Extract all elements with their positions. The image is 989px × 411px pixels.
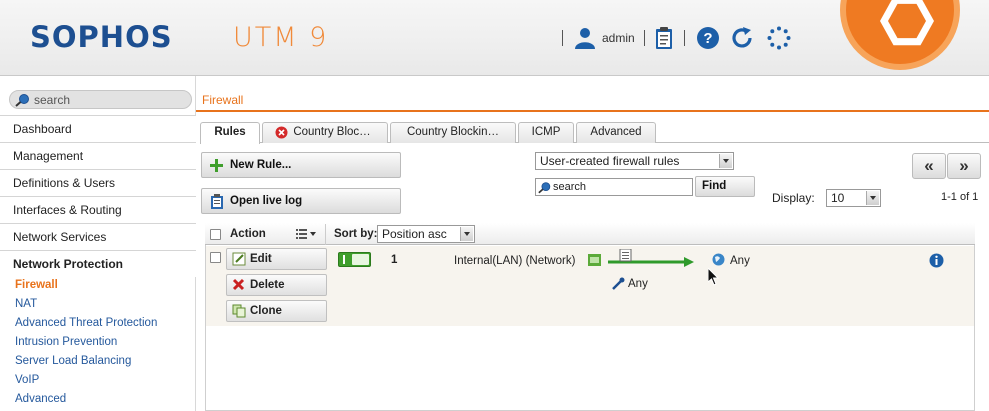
rule-search-input[interactable]: search xyxy=(535,178,693,196)
find-button[interactable]: Find xyxy=(695,176,755,197)
header-divider xyxy=(325,224,326,245)
tab-country-blocking-label: Country Bloc… xyxy=(293,126,371,138)
error-icon xyxy=(275,126,288,139)
sidebar-search-input[interactable]: search xyxy=(9,90,192,109)
rule-source[interactable]: Internal(LAN) (Network) xyxy=(454,255,575,267)
globe-icon xyxy=(712,253,725,266)
action-column-header: Action xyxy=(230,228,266,240)
sidebar-subitem-voip[interactable]: VoIP xyxy=(15,374,39,386)
display-label: Display: xyxy=(772,191,815,205)
clipboard-icon[interactable] xyxy=(652,26,676,50)
top-header: SOPHOS UTM 9 admin ? xyxy=(0,0,989,76)
select-all-checkbox[interactable] xyxy=(210,229,221,240)
sort-select[interactable]: Position asc xyxy=(377,225,475,243)
rules-table-header xyxy=(205,223,975,245)
page-info: 1-1 of 1 xyxy=(941,191,979,203)
refresh-icon[interactable] xyxy=(730,26,754,50)
tab-country-blocking-exceptions[interactable]: Country Blockin… xyxy=(390,122,516,143)
open-live-log-button[interactable]: Open live log xyxy=(201,188,401,214)
previous-page-button[interactable]: « xyxy=(912,153,946,179)
admin-user-link[interactable]: admin xyxy=(602,31,635,45)
bulk-action-menu-icon[interactable] xyxy=(296,229,318,239)
user-icon[interactable] xyxy=(573,26,597,50)
mouse-cursor-icon xyxy=(708,268,720,286)
search-icon xyxy=(15,94,29,107)
display-count-select[interactable]: 10 xyxy=(826,189,881,207)
new-rule-button[interactable]: New Rule... xyxy=(201,152,401,178)
plus-icon xyxy=(210,159,223,172)
chevron-down-icon xyxy=(460,227,473,241)
breadcrumb: Firewall xyxy=(202,93,244,107)
sidebar-item-dashboard[interactable]: Dashboard xyxy=(0,115,196,142)
header-separator xyxy=(644,30,645,46)
edit-button[interactable]: Edit xyxy=(226,248,327,270)
info-icon[interactable] xyxy=(929,253,944,268)
sidebar-item-management[interactable]: Management xyxy=(0,142,196,169)
sophos-logo: SOPHOS xyxy=(30,20,173,54)
row-checkbox[interactable] xyxy=(210,252,221,263)
sort-by-label: Sort by: xyxy=(334,228,378,240)
sidebar-subitem-advanced-threat-protection[interactable]: Advanced Threat Protection xyxy=(15,317,157,329)
traffic-arrow-icon xyxy=(608,249,694,267)
breadcrumb-divider xyxy=(196,110,989,112)
sidebar-subitem-intrusion-prevention[interactable]: Intrusion Prevention xyxy=(15,336,117,348)
chevron-down-icon xyxy=(719,154,732,168)
tab-icmp[interactable]: ICMP xyxy=(518,122,574,143)
sidebar-item-network-protection[interactable]: Network Protection xyxy=(0,250,196,277)
sidebar: search Dashboard Management Definitions … xyxy=(0,76,196,411)
rule-destination[interactable]: Any xyxy=(730,255,750,267)
service-icon xyxy=(612,277,625,290)
sidebar-item-definitions-users[interactable]: Definitions & Users xyxy=(0,169,196,196)
rule-enabled-toggle[interactable] xyxy=(338,252,371,267)
chevron-down-icon xyxy=(866,191,879,205)
search-icon xyxy=(538,182,551,194)
loading-spinner-icon xyxy=(767,26,791,50)
sidebar-subitem-firewall[interactable]: Firewall xyxy=(15,279,58,291)
header-separator xyxy=(684,30,685,46)
svg-text:?: ? xyxy=(703,30,712,47)
tab-advanced[interactable]: Advanced xyxy=(576,122,656,143)
rule-filter-select[interactable]: User-created firewall rules xyxy=(535,152,734,170)
log-icon xyxy=(211,194,223,209)
tab-country-blocking[interactable]: Country Bloc… xyxy=(262,122,388,143)
network-icon xyxy=(588,254,601,266)
rule-position: 1 xyxy=(391,254,398,266)
help-icon[interactable]: ? xyxy=(696,26,720,50)
next-page-button[interactable]: » xyxy=(947,153,981,179)
product-name: UTM 9 xyxy=(233,22,329,53)
sidebar-subitem-advanced[interactable]: Advanced xyxy=(15,393,66,405)
delete-button[interactable]: Delete xyxy=(226,274,327,296)
clone-button[interactable]: Clone xyxy=(226,300,327,322)
sidebar-subitem-nat[interactable]: NAT xyxy=(15,298,37,310)
edit-icon xyxy=(232,252,246,266)
sidebar-item-interfaces-routing[interactable]: Interfaces & Routing xyxy=(0,196,196,223)
clone-icon xyxy=(232,304,246,318)
tab-rules[interactable]: Rules xyxy=(200,122,260,144)
header-separator xyxy=(562,30,563,46)
rule-service[interactable]: Any xyxy=(628,278,648,290)
sidebar-subitem-server-load-balancing[interactable]: Server Load Balancing xyxy=(15,355,131,367)
sidebar-item-network-services[interactable]: Network Services xyxy=(0,223,196,250)
delete-icon xyxy=(232,278,245,291)
sidebar-search-placeholder: search xyxy=(34,93,71,107)
